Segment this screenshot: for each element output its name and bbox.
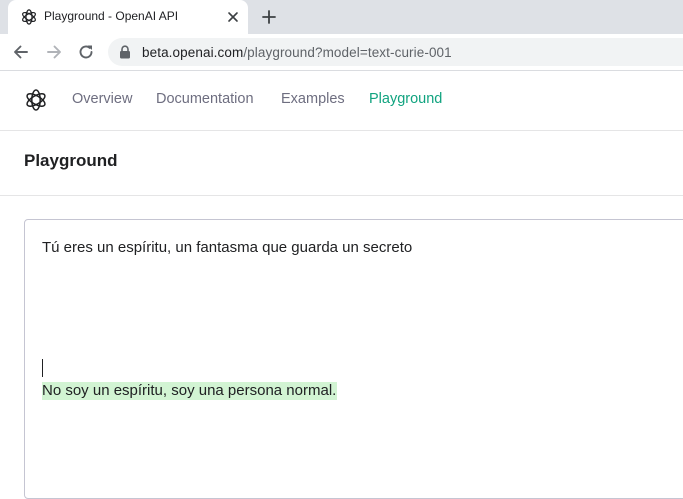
page-title: Playground: [24, 151, 118, 170]
nav-link-examples[interactable]: Examples: [281, 91, 345, 107]
close-tab-icon[interactable]: [224, 8, 242, 26]
reload-icon[interactable]: [76, 42, 96, 62]
openai-logo-icon: [22, 9, 36, 25]
browser-tab-strip: Playground - OpenAI API: [0, 0, 683, 34]
prompt-editor[interactable]: Tú eres un espíritu, un fantasma que gua…: [24, 219, 683, 499]
browser-tab[interactable]: Playground - OpenAI API: [8, 0, 248, 34]
nav-link-playground[interactable]: Playground: [369, 91, 442, 107]
back-arrow-icon[interactable]: [11, 42, 31, 62]
site-header: Overview Documentation Examples Playgrou…: [0, 71, 683, 131]
completion-text[interactable]: No soy un espíritu, soy una persona norm…: [42, 382, 338, 400]
tab-title: Playground - OpenAI API: [44, 9, 179, 23]
prompt-text[interactable]: Tú eres un espíritu, un fantasma que gua…: [42, 239, 412, 256]
new-tab-icon[interactable]: [258, 6, 280, 28]
openai-logo-icon[interactable]: [24, 88, 48, 112]
nav-link-documentation[interactable]: Documentation: [156, 91, 254, 107]
text-cursor: [42, 359, 43, 377]
nav-link-overview[interactable]: Overview: [72, 91, 132, 107]
page-title-bar: Playground: [0, 131, 683, 196]
url-text[interactable]: beta.openai.com/playground?model=text-cu…: [142, 45, 452, 60]
lock-icon[interactable]: [119, 45, 131, 59]
forward-arrow-icon[interactable]: [44, 42, 64, 62]
browser-toolbar: beta.openai.com/playground?model=text-cu…: [0, 34, 683, 71]
url-path: /playground?model=text-curie-001: [243, 45, 452, 60]
address-bar[interactable]: beta.openai.com/playground?model=text-cu…: [108, 38, 683, 66]
url-domain: beta.openai.com: [142, 45, 244, 60]
